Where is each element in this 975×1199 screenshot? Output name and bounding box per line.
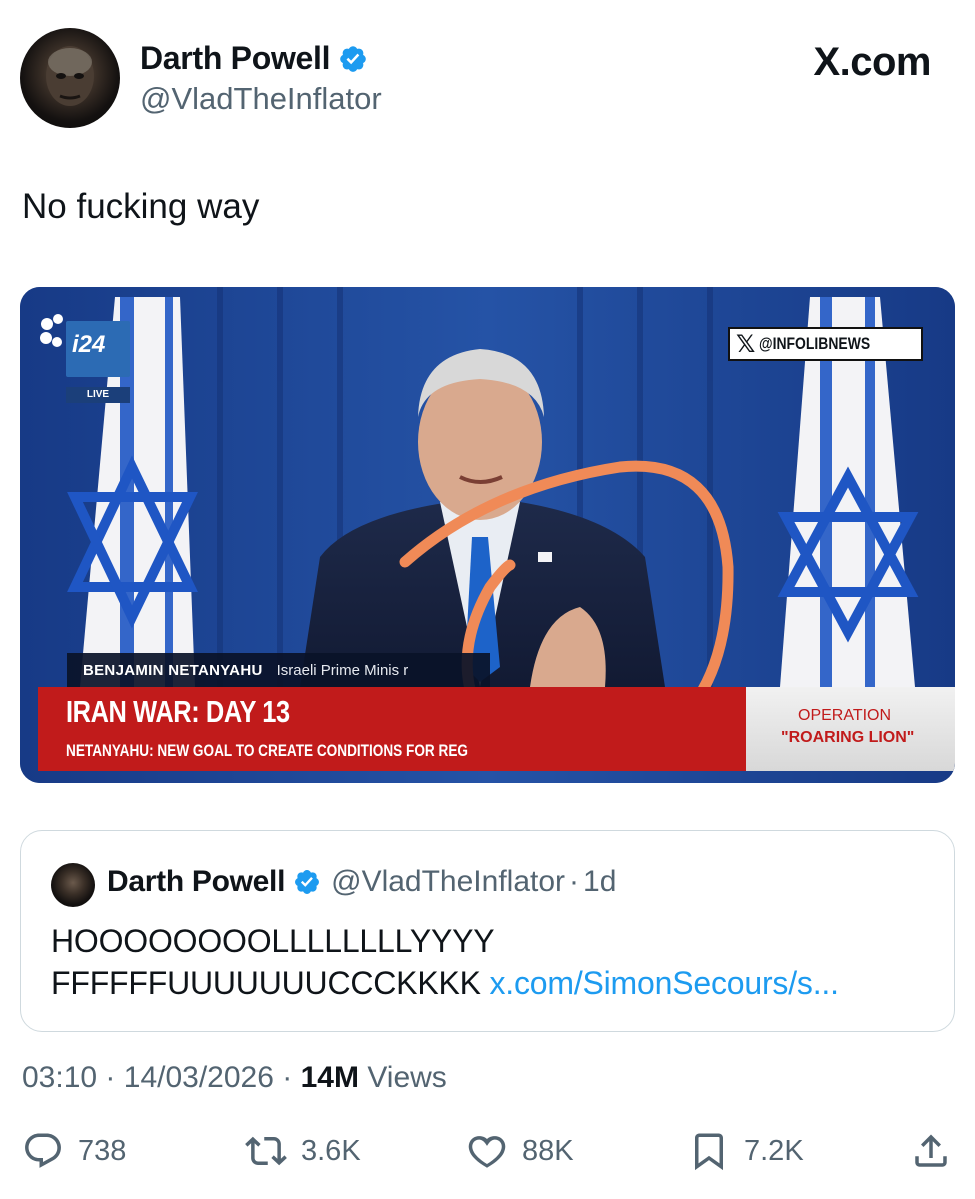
quote-text-line2: FFFFFFUUUUUUUCCCKKKK x.com/SimonSecours/… bbox=[51, 965, 839, 1001]
action-bar: 738 3.6K 88K 7.2K bbox=[0, 1130, 975, 1186]
views-label: Views bbox=[367, 1061, 447, 1094]
quoted-tweet[interactable]: Darth Powell @VladTheInflator · 1d HOOOO… bbox=[20, 830, 955, 1032]
repost-count: 3.6K bbox=[301, 1134, 361, 1167]
tweet-meta: 03:10 · 14/03/2026 · 14M Views bbox=[22, 1061, 447, 1094]
operation-box: OPERATION "ROARING LION" bbox=[746, 687, 955, 771]
quote-text-line1: HOOOOOOOOLLLLLLLLYYYY bbox=[51, 923, 495, 959]
quote-handle[interactable]: @VladTheInflator bbox=[331, 865, 565, 899]
like-count: 88K bbox=[522, 1134, 574, 1167]
avatar-icon bbox=[46, 46, 94, 106]
x-logo-icon: 𝕏 bbox=[736, 330, 756, 358]
tweet-media[interactable]: i24 LIVE 𝕏 @INFOLIBNEWS BENJAMIN NETANYA… bbox=[20, 287, 955, 783]
share-icon bbox=[915, 1134, 947, 1167]
tweet-header: Darth Powell @VladTheInflator X.com bbox=[20, 28, 955, 128]
repost-button[interactable]: 3.6K bbox=[245, 1130, 361, 1172]
avatar[interactable] bbox=[20, 28, 120, 128]
site-logo: X.com bbox=[813, 40, 931, 84]
watermark: 𝕏 @INFOLIBNEWS bbox=[728, 327, 923, 361]
repost-icon bbox=[245, 1136, 287, 1166]
quote-header: Darth Powell @VladTheInflator · 1d bbox=[107, 865, 617, 899]
tweet-time[interactable]: 03:10 bbox=[22, 1061, 97, 1094]
news-banner: IRAN WAR: DAY 13 NETANYAHU: NEW GOAL TO … bbox=[38, 687, 746, 771]
news-headline: IRAN WAR: DAY 13 bbox=[66, 694, 290, 729]
lower-third-name: BENJAMIN NETANYAHU Israeli Prime Minis r bbox=[67, 653, 490, 687]
reply-count: 738 bbox=[78, 1134, 127, 1167]
verified-badge-icon bbox=[340, 45, 367, 72]
tweet-date[interactable]: 14/03/2026 bbox=[124, 1061, 274, 1094]
live-badge: LIVE bbox=[66, 387, 130, 403]
quote-timestamp[interactable]: 1d bbox=[583, 865, 616, 899]
display-name[interactable]: Darth Powell bbox=[140, 40, 331, 77]
verified-badge-icon bbox=[295, 870, 320, 894]
bookmark-count: 7.2K bbox=[744, 1134, 804, 1167]
author-name-row: Darth Powell bbox=[140, 40, 368, 77]
quote-avatar[interactable] bbox=[51, 863, 95, 907]
reply-icon bbox=[25, 1133, 61, 1168]
heart-icon bbox=[468, 1136, 506, 1168]
views-count: 14M bbox=[300, 1061, 359, 1094]
news-subline: NETANYAHU: NEW GOAL TO CREATE CONDITIONS… bbox=[66, 741, 468, 760]
reply-button[interactable]: 738 bbox=[22, 1130, 126, 1172]
quote-link[interactable]: x.com/SimonSecours/s... bbox=[489, 965, 838, 1001]
bookmark-icon bbox=[695, 1133, 723, 1171]
tweet-text: No fucking way bbox=[22, 187, 260, 226]
channel-logo: i24 bbox=[66, 321, 130, 377]
bookmark-button[interactable]: 7.2K bbox=[688, 1130, 804, 1172]
like-button[interactable]: 88K bbox=[466, 1130, 574, 1172]
author-handle[interactable]: @VladTheInflator bbox=[140, 81, 382, 117]
quote-display-name[interactable]: Darth Powell bbox=[107, 865, 285, 899]
share-button[interactable] bbox=[910, 1130, 952, 1172]
